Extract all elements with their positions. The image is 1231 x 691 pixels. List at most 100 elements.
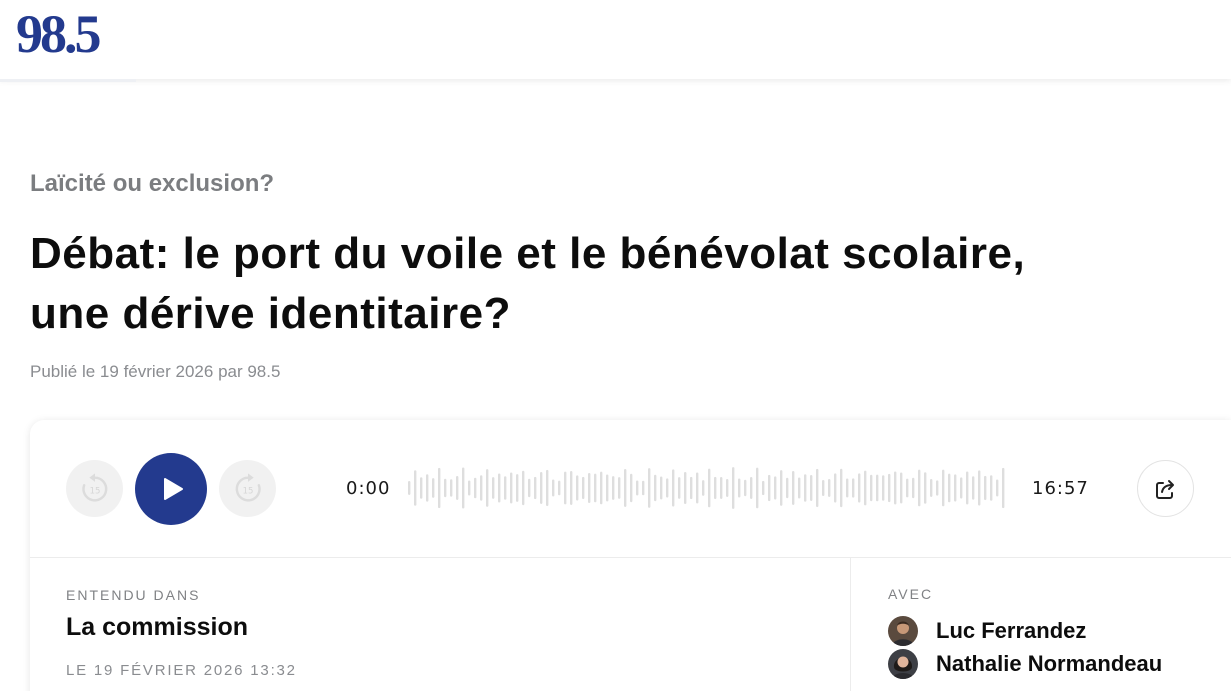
waveform-bar <box>654 474 657 502</box>
waveform-bar <box>1002 467 1005 509</box>
avatar <box>888 616 918 646</box>
article-headline: Débat: le port du voile et le bénévolat … <box>30 224 1210 344</box>
waveform-bar <box>876 474 879 502</box>
waveform-bar <box>858 473 861 503</box>
waveform-bar <box>942 469 945 507</box>
waveform-bar <box>450 479 453 497</box>
waveform-bar <box>672 469 675 507</box>
waveform-bar <box>834 473 837 503</box>
waveform-bar <box>594 473 597 503</box>
waveform-bar <box>720 477 723 499</box>
waveform-bar <box>882 475 885 501</box>
waveform-bar <box>792 470 795 506</box>
waveform-bar <box>780 470 783 506</box>
waveform-bar <box>888 473 891 503</box>
waveform-bar <box>906 478 909 498</box>
details-divider <box>850 558 851 691</box>
waveform-bar <box>552 479 555 497</box>
waveform-bar <box>432 478 435 498</box>
skip-forward-button[interactable]: 15 <box>219 460 276 517</box>
share-icon <box>1155 479 1174 499</box>
show-title-link[interactable]: La commission <box>66 613 248 642</box>
waveform-bar <box>462 467 465 509</box>
waveform-bar <box>732 467 735 509</box>
participant-item[interactable]: Nathalie Normandeau <box>888 649 1162 679</box>
waveform-bar <box>774 476 777 500</box>
waveform-bar <box>930 479 933 497</box>
waveform-bar <box>924 472 927 504</box>
waveform-bar <box>618 477 621 499</box>
waveform-bar <box>990 475 993 501</box>
waveform-bar <box>840 468 843 508</box>
waveform-bar <box>972 476 975 500</box>
waveform-bar <box>474 477 477 499</box>
waveform-bar <box>714 476 717 500</box>
skip-forward-seconds: 15 <box>242 486 253 496</box>
waveform-bar <box>870 474 873 502</box>
skip-back-seconds: 15 <box>89 486 100 496</box>
audio-waveform-scrubber[interactable] <box>408 460 1008 516</box>
waveform-bar <box>798 477 801 499</box>
site-logo[interactable]: 98.5 <box>16 4 101 64</box>
waveform-bar <box>738 478 741 498</box>
article-byline: Publié le 19 février 2026 par 98.5 <box>30 362 281 381</box>
waveform-bar <box>600 471 603 505</box>
avatar <box>888 649 918 679</box>
waveform-bar <box>408 481 411 495</box>
participant-name: Nathalie Normandeau <box>936 651 1163 676</box>
play-button[interactable] <box>135 453 207 525</box>
waveform-bar <box>510 472 513 504</box>
waveform-bar <box>750 477 753 499</box>
waveform-bar <box>912 477 915 499</box>
waveform-bar <box>456 476 459 500</box>
waveform-bar <box>624 469 627 507</box>
waveform-bar <box>702 480 705 496</box>
waveform-bar <box>486 469 489 507</box>
waveform-bar <box>480 475 483 501</box>
waveform-bar <box>516 474 519 502</box>
waveform-bar <box>570 471 573 505</box>
waveform-bar <box>948 473 951 503</box>
waveform-bar <box>648 468 651 508</box>
waveform-bar <box>438 467 441 509</box>
waveform-bar <box>492 477 495 499</box>
waveform-bar <box>546 469 549 507</box>
waveform-bar <box>762 480 765 496</box>
waveform-bar <box>660 476 663 500</box>
waveform-bar <box>828 478 831 498</box>
waveform-bar <box>852 478 855 498</box>
waveform-bar <box>468 480 471 496</box>
waveform-bar <box>804 474 807 502</box>
participants-label: AVEC <box>888 586 934 602</box>
skip-back-button[interactable]: 15 <box>66 460 123 517</box>
current-time: 0:00 <box>346 478 391 499</box>
waveform-bar <box>666 478 669 498</box>
player-controls: 15 15 0:00 16:57 <box>30 420 1231 558</box>
waveform-bar <box>966 471 969 505</box>
article-kicker: Laïcité ou exclusion? <box>30 170 275 197</box>
play-icon <box>164 478 183 500</box>
duration-time: 16:57 <box>1032 478 1089 499</box>
air-date: LE 19 FÉVRIER 2026 13:32 <box>66 662 297 679</box>
waveform-bar <box>954 474 957 502</box>
site-header: 98.5 <box>0 0 1231 79</box>
forward-15-icon: 15 <box>235 472 261 502</box>
waveform-bar <box>894 471 897 505</box>
waveform-bar <box>696 472 699 504</box>
waveform-bar <box>690 476 693 500</box>
participant-item[interactable]: Luc Ferrandez <box>888 616 1086 646</box>
waveform-bar <box>420 477 423 499</box>
waveform-bar <box>564 471 567 505</box>
waveform-bar <box>900 472 903 504</box>
logo-underline <box>0 79 136 82</box>
waveform-bar <box>864 470 867 506</box>
waveform-bar <box>846 478 849 498</box>
waveform-bar <box>540 472 543 504</box>
waveform-bar <box>444 478 447 498</box>
rewind-15-icon: 15 <box>81 472 107 502</box>
waveform-bar <box>816 468 819 508</box>
waveform-bar <box>936 480 939 496</box>
waveform-bar <box>426 474 429 502</box>
audio-player-card: 15 15 0:00 16:57 ENTENDU DANS La commiss… <box>30 420 1231 691</box>
share-button[interactable] <box>1137 460 1194 517</box>
